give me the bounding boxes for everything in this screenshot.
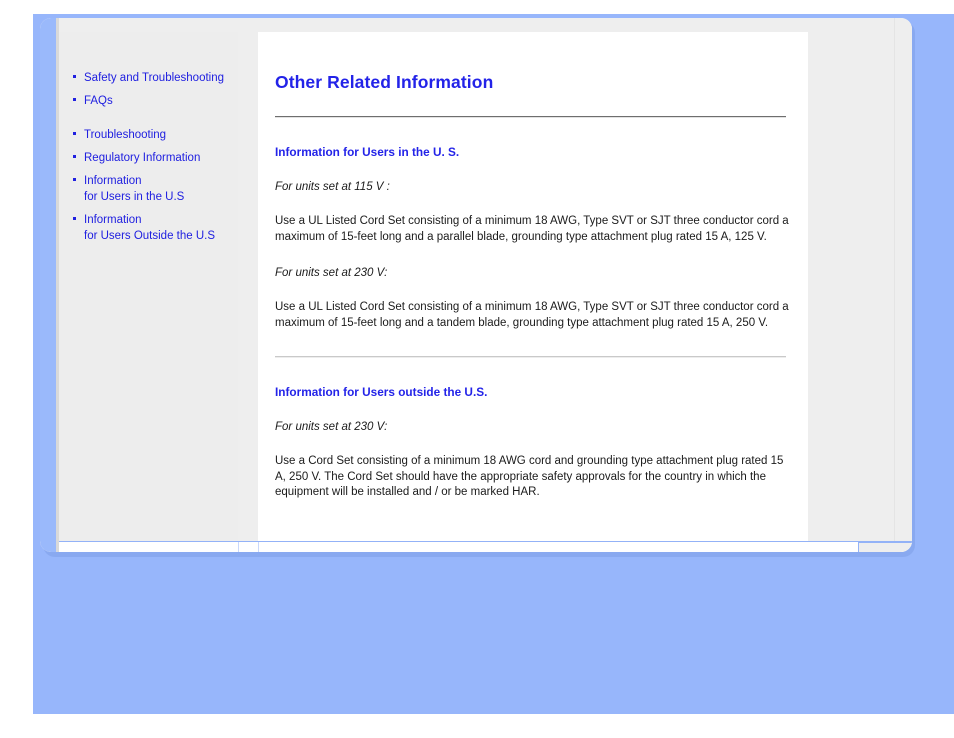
bullet-icon (73, 217, 76, 220)
page-flap (858, 542, 912, 552)
sidebar-item-faqs[interactable]: FAQs (59, 93, 238, 109)
document-card: Safety and Troubleshooting FAQs Troubles… (40, 18, 912, 552)
section-us-body-115v: Use a UL Listed Cord Set consisting of a… (275, 215, 789, 243)
section-divider (275, 356, 786, 358)
bullet-icon (73, 75, 76, 78)
card-bottom-separator (68, 541, 912, 542)
sidebar-link-label[interactable]: Troubleshooting (84, 127, 166, 143)
background-left-gutter (0, 0, 33, 738)
section-us-lead-230v: For units set at 230 V: (275, 267, 388, 279)
column-tick-left (238, 542, 239, 552)
sidebar-item-information-users-outside-us[interactable]: Information for Users Outside the U.S (59, 212, 238, 244)
main-content: Other Related Information Information fo… (258, 32, 808, 542)
bullet-icon (73, 155, 76, 158)
bullet-icon (73, 98, 76, 101)
section-heading-outside-us: Information for Users outside the U.S. (275, 385, 488, 399)
title-divider (275, 116, 786, 118)
sidebar-item-safety-and-troubleshooting[interactable]: Safety and Troubleshooting (59, 70, 238, 86)
main-content-inner: Other Related Information Information fo… (258, 32, 808, 552)
sidebar-nav-list: Safety and Troubleshooting FAQs Troubles… (59, 32, 238, 244)
sidebar-link-label[interactable]: Safety and Troubleshooting (84, 70, 224, 86)
sidebar-link-label-line2[interactable]: for Users Outside the U.S (84, 228, 232, 244)
page-title: Other Related Information (275, 72, 494, 92)
section-outside-us-lead-230v: For units set at 230 V: (275, 421, 388, 433)
sidebar: Safety and Troubleshooting FAQs Troubles… (59, 32, 238, 542)
card-spine (40, 18, 56, 552)
sidebar-item-regulatory-information[interactable]: Regulatory Information (59, 150, 238, 166)
sidebar-footer (59, 528, 238, 541)
section-heading-us: Information for Users in the U. S. (275, 145, 460, 159)
section-outside-us-body: Use a Cord Set consisting of a minimum 1… (275, 455, 784, 498)
section-us-lead-115v: For units set at 115 V : (275, 181, 390, 193)
background-right-gutter (918, 14, 954, 714)
sidebar-item-troubleshooting[interactable]: Troubleshooting (59, 127, 238, 143)
sidebar-link-label[interactable]: Regulatory Information (84, 150, 200, 166)
screenshot-stage: Safety and Troubleshooting FAQs Troubles… (0, 0, 954, 738)
background-top-gutter (0, 0, 954, 14)
card-bottom-band (59, 541, 912, 552)
bullet-icon (73, 178, 76, 181)
sidebar-link-label[interactable]: Information (84, 212, 142, 228)
sidebar-link-label[interactable]: FAQs (84, 93, 113, 109)
sidebar-link-label[interactable]: Information (84, 173, 142, 189)
sidebar-item-information-users-in-us[interactable]: Information for Users in the U.S (59, 173, 238, 205)
bullet-icon (73, 132, 76, 135)
section-us-body-230v: Use a UL Listed Cord Set consisting of a… (275, 301, 789, 329)
column-tick-content (258, 542, 259, 552)
card-right-margin (808, 18, 912, 552)
background-bottom-gutter (0, 714, 954, 738)
sidebar-link-label-line2[interactable]: for Users in the U.S (84, 189, 232, 205)
card-right-margin-edge (894, 18, 895, 552)
